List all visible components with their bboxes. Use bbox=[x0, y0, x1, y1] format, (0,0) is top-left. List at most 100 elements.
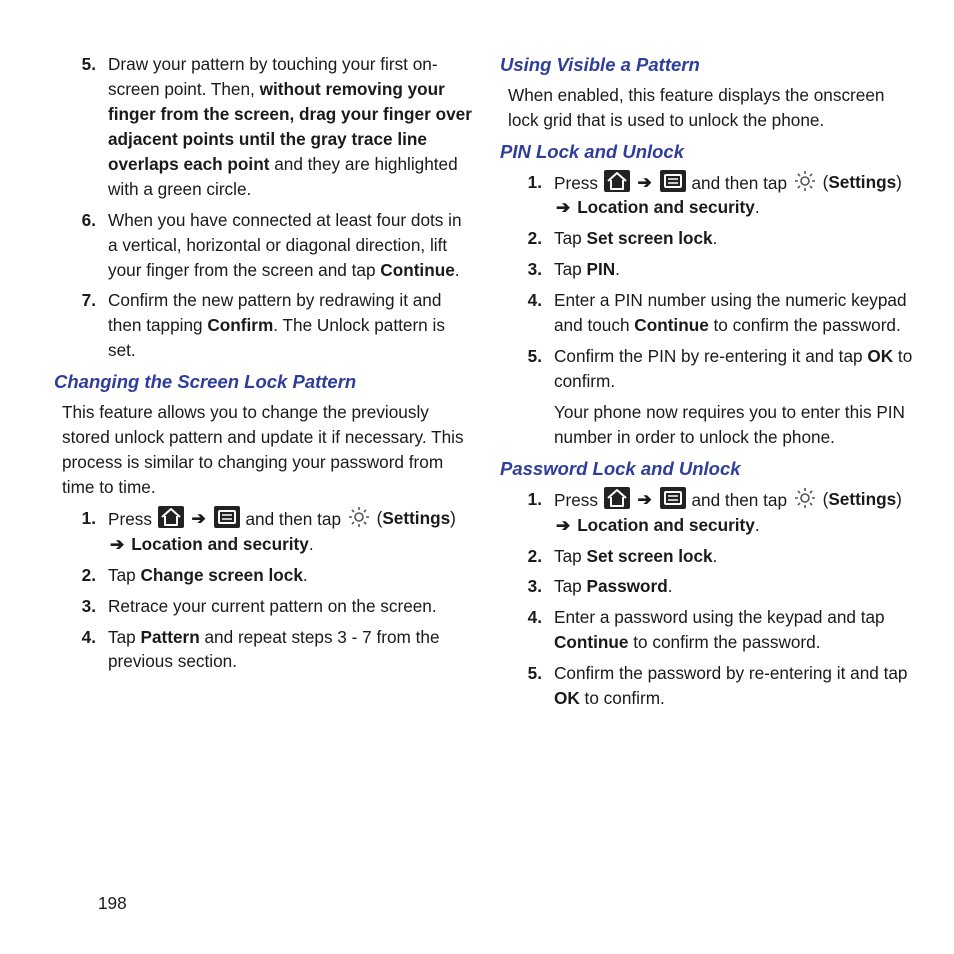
step-item: 5. Draw your pattern by touching your fir… bbox=[62, 52, 472, 202]
step-number: 5. bbox=[62, 52, 96, 77]
text-fragment: ) bbox=[896, 489, 902, 509]
text-fragment: . bbox=[755, 197, 760, 217]
text-fragment: PIN bbox=[587, 259, 616, 279]
step-item: 5. Confirm the PIN by re-entering it and … bbox=[508, 344, 918, 394]
text-fragment: Settings bbox=[828, 172, 896, 192]
text-fragment: Confirm bbox=[207, 315, 273, 335]
text-fragment: Continue bbox=[380, 260, 454, 280]
text-fragment: Continue bbox=[554, 632, 628, 652]
text-fragment: Tap bbox=[108, 627, 141, 647]
text-fragment: Settings bbox=[828, 489, 896, 509]
home-icon bbox=[158, 506, 184, 528]
text-fragment: Tap bbox=[108, 565, 141, 585]
text-fragment: . bbox=[455, 260, 460, 280]
page-number: 198 bbox=[98, 893, 918, 914]
text-fragment: and then tap bbox=[241, 509, 346, 529]
step-body: Tap Set screen lock. bbox=[554, 546, 717, 566]
left-steps-continued: 5. Draw your pattern by touching your fir… bbox=[54, 52, 472, 363]
text-fragment: . bbox=[668, 576, 673, 596]
step-body: Confirm the password by re-entering it a… bbox=[554, 663, 907, 708]
text-fragment: . bbox=[303, 565, 308, 585]
text-fragment: OK bbox=[554, 688, 580, 708]
step-body: Press ➔ and then tap (Settings) ➔ Locati… bbox=[554, 489, 902, 535]
text-fragment: Tap bbox=[554, 259, 587, 279]
text-fragment: Location and security bbox=[577, 197, 755, 217]
step-body: Confirm the PIN by re-entering it and ta… bbox=[554, 346, 912, 391]
text-fragment: and then tap bbox=[687, 172, 792, 192]
step-note-item: Your phone now requires you to enter thi… bbox=[508, 400, 918, 450]
step-body: Tap Change screen lock. bbox=[108, 565, 308, 585]
text-fragment: Confirm the PIN by re-entering it and ta… bbox=[554, 346, 867, 366]
text-fragment: Settings bbox=[382, 508, 450, 528]
step-body: Draw your pattern by touching your first… bbox=[108, 54, 472, 199]
text-fragment: . bbox=[755, 515, 760, 535]
two-column-layout: 5. Draw your pattern by touching your fir… bbox=[54, 52, 918, 875]
arrow-icon: ➔ bbox=[636, 172, 654, 192]
step-number: 5. bbox=[508, 661, 542, 686]
steps-changing-screen-lock-pattern: 1. Press ➔ and then tap (Settings) ➔ Loca… bbox=[54, 506, 472, 675]
step-item: 2. Tap Set screen lock. bbox=[508, 544, 918, 569]
step-body: Confirm the new pattern by redrawing it … bbox=[108, 290, 445, 360]
text-fragment: Password bbox=[587, 576, 668, 596]
step-number: 4. bbox=[62, 625, 96, 650]
step-item: 4. Enter a password using the keypad and … bbox=[508, 605, 918, 655]
text-fragment: Tap bbox=[554, 546, 587, 566]
step-number: 3. bbox=[62, 594, 96, 619]
step-body: Tap Set screen lock. bbox=[554, 228, 717, 248]
step-body: Tap Password. bbox=[554, 576, 672, 596]
text-fragment: Pattern bbox=[141, 627, 200, 647]
step-item: 1. Press ➔ and then tap (Settings) ➔ Loca… bbox=[508, 170, 918, 221]
step-item: 4. Tap Pattern and repeat steps 3 - 7 fro… bbox=[62, 625, 472, 675]
step-body: Enter a PIN number using the numeric key… bbox=[554, 290, 907, 335]
step-number: 5. bbox=[508, 344, 542, 369]
step-number: 2. bbox=[508, 544, 542, 569]
step-number: 4. bbox=[508, 605, 542, 630]
step-item: 6.When you have connected at least four … bbox=[62, 208, 472, 283]
step-item: 3. Tap PIN. bbox=[508, 257, 918, 282]
text-fragment: Press bbox=[554, 490, 603, 510]
arrow-icon: ➔ bbox=[554, 197, 572, 217]
home-icon bbox=[604, 170, 630, 192]
text-fragment: ) bbox=[896, 172, 902, 192]
menu-icon bbox=[214, 506, 240, 528]
text-fragment: Change screen lock bbox=[141, 565, 303, 585]
page: 5. Draw your pattern by touching your fir… bbox=[0, 0, 954, 954]
text-fragment: Press bbox=[554, 172, 603, 192]
arrow-icon: ➔ bbox=[108, 534, 126, 554]
step-body: Tap PIN. bbox=[554, 259, 620, 279]
arrow-icon: ➔ bbox=[636, 489, 654, 509]
step-item: 4.Enter a PIN number using the numeric k… bbox=[508, 288, 918, 338]
text-fragment: OK bbox=[867, 346, 893, 366]
step-body: Press ➔ and then tap (Settings) ➔ Locati… bbox=[108, 508, 456, 554]
heading-password-lock-unlock: Password Lock and Unlock bbox=[500, 456, 918, 483]
text-fragment: Set screen lock bbox=[587, 228, 713, 248]
text-fragment: to confirm. bbox=[580, 688, 665, 708]
step-body: When you have connected at least four do… bbox=[108, 210, 462, 280]
text-fragment: . bbox=[713, 546, 718, 566]
text-fragment: . bbox=[713, 228, 718, 248]
step-item: 5. Confirm the password by re-entering it… bbox=[508, 661, 918, 711]
step-body: Enter a password using the keypad and ta… bbox=[554, 607, 885, 652]
step-item: 2.Tap Change screen lock. bbox=[62, 563, 472, 588]
arrow-icon: ➔ bbox=[190, 508, 208, 528]
step-item: 2. Tap Set screen lock. bbox=[508, 226, 918, 251]
right-column: Using Visible a Pattern When enabled, th… bbox=[500, 52, 918, 875]
text-fragment: Tap bbox=[554, 228, 587, 248]
gear-icon bbox=[347, 505, 371, 529]
menu-icon bbox=[660, 170, 686, 192]
step-item: 3.Tap Password. bbox=[508, 574, 918, 599]
step-body: Press ➔ and then tap (Settings) ➔ Locati… bbox=[554, 172, 902, 218]
step-body: Retrace your current pattern on the scre… bbox=[108, 596, 437, 616]
step-number: 3. bbox=[508, 257, 542, 282]
home-icon bbox=[604, 487, 630, 509]
left-column: 5. Draw your pattern by touching your fir… bbox=[54, 52, 472, 875]
step-number: 1. bbox=[62, 506, 96, 531]
step-number: 2. bbox=[508, 226, 542, 251]
heading-pin-lock-unlock: PIN Lock and Unlock bbox=[500, 139, 918, 166]
heading-using-visible-pattern: Using Visible a Pattern bbox=[500, 52, 918, 79]
text-fragment: . bbox=[615, 259, 620, 279]
step-body: Tap Pattern and repeat steps 3 - 7 from … bbox=[108, 627, 440, 672]
step-item: 3. Retrace your current pattern on the sc… bbox=[62, 594, 472, 619]
step-number: 1. bbox=[508, 170, 542, 195]
text-fragment: to confirm the password. bbox=[709, 315, 901, 335]
